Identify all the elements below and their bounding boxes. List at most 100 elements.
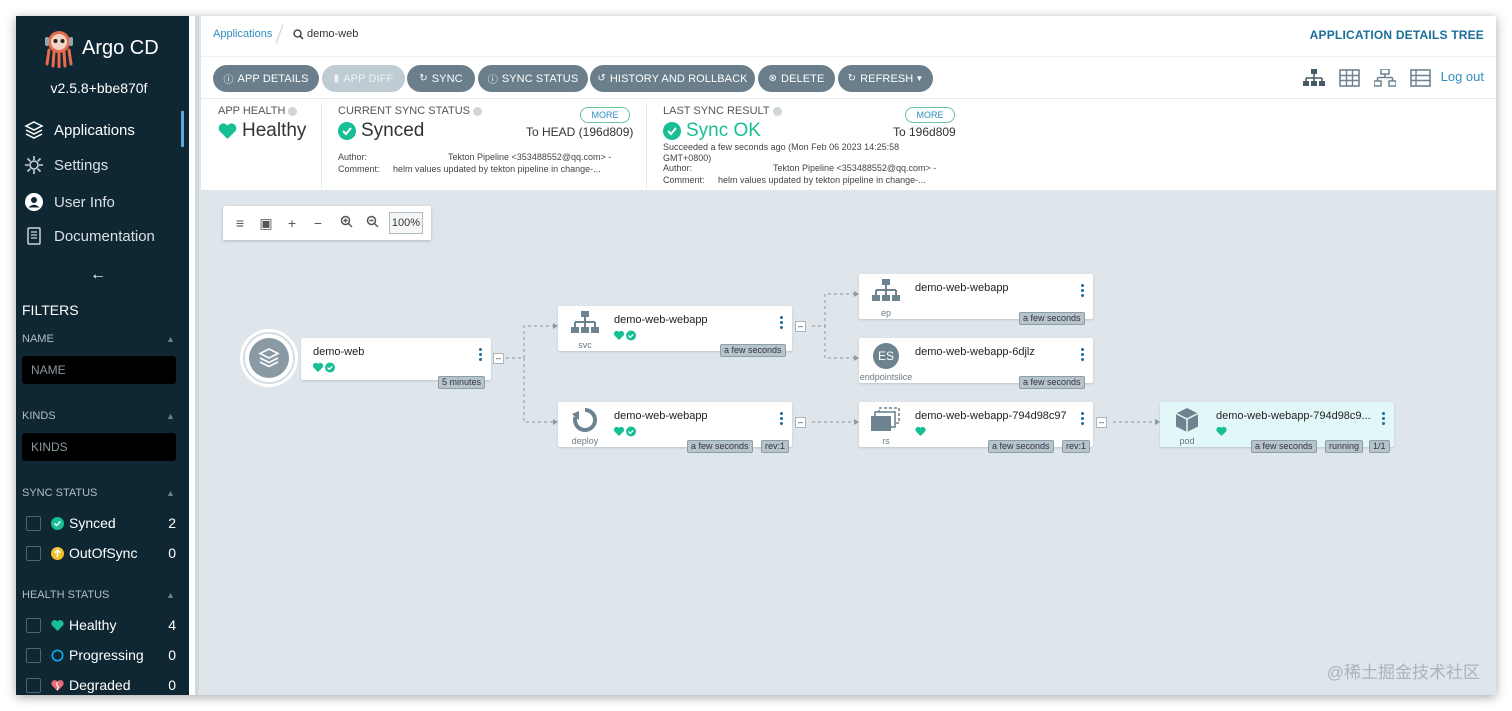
collapse-sync-status-icon[interactable]: ▲ (166, 488, 175, 498)
result-author: Tekton Pipeline <353488552@qq.com> - (773, 163, 937, 173)
tree-view-icon[interactable] (1303, 69, 1325, 87)
application-node-icon[interactable] (243, 332, 295, 384)
sidebar-item-label: Documentation (54, 227, 155, 245)
phase-tag: running (1325, 440, 1364, 453)
progress-circle-icon (51, 649, 64, 662)
age-tag: a few seconds (1019, 312, 1085, 325)
more-vert-icon[interactable] (780, 316, 784, 331)
sync-more-button[interactable]: MORE (580, 107, 630, 123)
collapse-toggle[interactable]: – (1096, 417, 1107, 428)
help-icon[interactable] (772, 106, 782, 116)
toolbar: ⓘ APP DETAILS ▮ APP DIFF ↻ SYNC ⓘ SYNC STATU… (201, 56, 1496, 98)
plus-icon[interactable]: + (283, 214, 301, 232)
more-vert-icon[interactable] (780, 412, 784, 427)
sidebar-divider (189, 16, 199, 695)
info-icon: ⓘ (487, 75, 498, 86)
app-diff-button[interactable]: ▮ APP DIFF (322, 65, 405, 92)
kinds-filter-input[interactable]: KINDS (22, 433, 176, 461)
name-filter-input[interactable]: NAME (22, 356, 176, 384)
history-icon: ↺ (597, 73, 606, 84)
align-left-icon[interactable]: ≡ (231, 214, 249, 232)
filter-healthy-checkbox[interactable]: Healthy 4 (26, 615, 176, 635)
collapse-kinds-icon[interactable]: ▲ (166, 411, 175, 421)
service-icon (568, 311, 602, 337)
argo-octopus-icon (42, 28, 76, 69)
more-vert-icon[interactable] (1081, 348, 1085, 363)
sidebar-item-applications[interactable]: Applications (24, 111, 184, 147)
age-tag: 5 minutes (438, 376, 486, 389)
collapse-toggle[interactable]: – (795, 417, 806, 428)
zoom-out-icon[interactable] (363, 214, 381, 232)
refresh-button[interactable]: ↻ REFRESH ▼ (838, 65, 933, 92)
user-icon (24, 192, 44, 212)
sidebar-item-settings[interactable]: Settings (24, 150, 184, 180)
more-vert-icon[interactable] (1081, 412, 1085, 427)
collapse-health-status-icon[interactable]: ▲ (166, 590, 175, 600)
gear-icon (24, 155, 44, 175)
collapse-toggle[interactable]: – (493, 353, 504, 364)
filter-name-label: NAME (22, 333, 54, 345)
zoom-toolbar: ≡ ▣ + − 100% (223, 206, 431, 240)
sidebar-item-documentation[interactable]: Documentation (24, 221, 184, 251)
deployment-icon (568, 407, 602, 433)
sidebar: Argo CD v2.5.8+bbe870f Applications Sett… (16, 16, 189, 695)
sync-button[interactable]: ↻ SYNC (407, 65, 475, 92)
filter-synced-checkbox[interactable]: Synced 2 (26, 513, 176, 533)
sync-status-button[interactable]: ⓘ SYNC STATUS (478, 65, 588, 92)
grid-view-icon[interactable] (1339, 69, 1361, 87)
heart-icon (915, 426, 926, 437)
check-circle-icon (338, 122, 356, 140)
collapse-sidebar-icon[interactable]: ← (90, 266, 106, 284)
application-node[interactable]: demo-web (301, 338, 491, 380)
logo[interactable]: Argo CD (42, 28, 159, 69)
column-divider (321, 103, 322, 189)
column-divider (646, 103, 647, 189)
sync-comment: helm values updated by tekton pipeline i… (393, 164, 601, 174)
minus-icon[interactable]: − (309, 214, 327, 232)
sync-status-value: Synced (361, 120, 425, 141)
cube-icon (1170, 407, 1204, 433)
collapse-toggle[interactable]: – (795, 321, 806, 332)
collapse-name-icon[interactable]: ▲ (166, 334, 175, 344)
list-view-icon[interactable] (1410, 69, 1432, 87)
result-comment: helm values updated by tekton pipeline i… (718, 175, 926, 185)
check-circle-icon (51, 516, 64, 530)
app-health-value: Healthy (242, 120, 307, 141)
check-circle-icon (663, 122, 681, 140)
filters-title: FILTERS (22, 302, 79, 318)
result-more-button[interactable]: MORE (905, 107, 955, 123)
deploy-node[interactable]: deploy demo-web-webapp (558, 402, 792, 447)
zoom-in-icon[interactable] (337, 214, 355, 232)
logout-link[interactable]: Log out (1441, 69, 1484, 84)
resource-tree: ≡ ▣ + − 100% demo-web 5 minutes – svc de… (201, 190, 1496, 695)
sync-author: Tekton Pipeline <353488552@qq.com> - (448, 152, 612, 162)
more-vert-icon[interactable] (1081, 284, 1085, 299)
delete-button[interactable]: ⊗ DELETE (758, 65, 835, 92)
filter-progressing-checkbox[interactable]: Progressing 0 (26, 645, 176, 665)
help-icon[interactable] (473, 106, 483, 116)
last-sync-result-section: LAST SYNC RESULT MORE Sync OK To 196d809… (663, 105, 956, 185)
filter-degraded-checkbox[interactable]: Degraded 0 (26, 675, 176, 695)
more-vert-icon[interactable] (479, 348, 483, 363)
revision-tag: rev:1 (761, 440, 790, 453)
fit-screen-icon[interactable]: ▣ (257, 214, 275, 232)
filter-outofsync-checkbox[interactable]: OutOfSync 0 (26, 543, 176, 563)
layers-icon (24, 120, 44, 140)
help-icon[interactable] (288, 106, 298, 116)
sidebar-item-label: Settings (54, 156, 109, 174)
app-details-button[interactable]: ⓘ APP DETAILS (213, 65, 319, 92)
more-vert-icon[interactable] (1382, 412, 1386, 427)
breadcrumb-current[interactable]: demo-web (293, 28, 358, 40)
info-icon: ⓘ (223, 75, 234, 86)
breadcrumb-applications[interactable]: Applications (213, 28, 272, 40)
filter-sync-status-label: SYNC STATUS (22, 487, 98, 499)
history-rollback-button[interactable]: ↺ HISTORY AND ROLLBACK (590, 65, 755, 92)
age-tag: a few seconds (1251, 440, 1317, 453)
caret-down-icon: ▼ (915, 74, 924, 83)
sidebar-item-user-info[interactable]: User Info (24, 187, 184, 217)
zoom-level[interactable]: 100% (389, 212, 423, 234)
rs-node[interactable]: rs demo-web-webapp-794d98c97 (859, 402, 1093, 447)
arrow-up-circle-icon (51, 546, 64, 560)
network-view-icon[interactable] (1373, 68, 1397, 87)
sidebar-item-label: User Info (54, 193, 115, 211)
